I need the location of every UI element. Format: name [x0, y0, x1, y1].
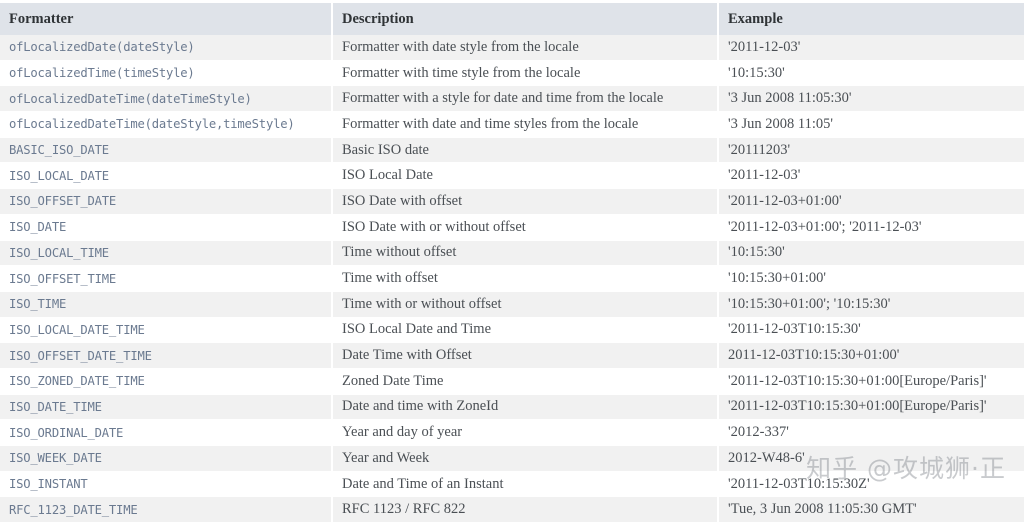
cell-description: Formatter with time style from the local… — [332, 60, 719, 87]
cell-formatter: BASIC_ISO_DATE — [0, 137, 333, 164]
column-header-formatter: Formatter — [0, 0, 333, 35]
table-header: Formatter Description Example — [0, 0, 1024, 35]
table-row: ISO_TIME Time with or without offset '10:1… — [0, 291, 1024, 318]
cell-description: ISO Local Date — [332, 162, 719, 190]
table-row: ofLocalizedDateTime(dateTimeStyle) Format… — [0, 85, 1024, 113]
cell-example: '2011-12-03T10:15:30+01:00[Europe/Paris]… — [718, 394, 1024, 421]
cell-description: ISO Date with offset — [332, 188, 719, 215]
cell-formatter: ISO_DATE_TIME — [0, 394, 333, 421]
cell-example: '2011-12-03+01:00'; '2011-12-03' — [718, 214, 1024, 241]
cell-description: Date and Time of an Instant — [332, 471, 719, 498]
table-row: ISO_OFFSET_DATE_TIME Date Time with Offse… — [0, 342, 1024, 369]
table-row: ISO_WEEK_DATE Year and Week 2012-W48-6' — [0, 445, 1024, 472]
table-row: BASIC_ISO_DATE Basic ISO date '20111203' — [0, 137, 1024, 164]
cell-description: Time with or without offset — [332, 291, 719, 318]
cell-description: ISO Local Date and Time — [332, 317, 719, 344]
cell-example: 2011-12-03T10:15:30+01:00' — [718, 342, 1024, 369]
cell-description: Date Time with Offset — [332, 342, 719, 369]
table-header-row: Formatter Description Example — [0, 0, 1024, 35]
table-row: ofLocalizedDate(dateStyle) Formatter with… — [0, 35, 1024, 61]
cell-example: '10:15:30' — [718, 60, 1024, 87]
cell-formatter: ISO_OFFSET_TIME — [0, 265, 333, 292]
cell-formatter: ISO_DATE — [0, 214, 333, 241]
cell-example: '2012-337' — [718, 419, 1024, 446]
cell-formatter: ISO_INSTANT — [0, 471, 333, 498]
table-row: ISO_OFFSET_DATE ISO Date with offset '2011… — [0, 188, 1024, 215]
cell-formatter: ISO_OFFSET_DATE — [0, 188, 333, 215]
cell-description: Date and time with ZoneId — [332, 394, 719, 421]
cell-description: Time with offset — [332, 265, 719, 292]
cell-example: '2011-12-03T10:15:30' — [718, 317, 1024, 344]
cell-description: Formatter with a style for date and time… — [332, 85, 719, 113]
table-row: ISO_LOCAL_DATE ISO Local Date '2011-12-03' — [0, 162, 1024, 190]
cell-description: Formatter with date style from the local… — [332, 35, 719, 61]
table-row: ofLocalizedDateTime(dateStyle,timeStyle)… — [0, 111, 1024, 138]
cell-description: Year and day of year — [332, 419, 719, 446]
table-row: ISO_DATE ISO Date with or without offset '… — [0, 214, 1024, 241]
cell-example: '10:15:30+01:00' — [718, 265, 1024, 292]
cell-example: '2011-12-03+01:00' — [718, 188, 1024, 215]
cell-description: Year and Week — [332, 445, 719, 472]
column-header-description: Description — [332, 0, 719, 35]
table-row: ISO_LOCAL_TIME Time without offset '10:15:… — [0, 240, 1024, 267]
cell-example: '2011-12-03T10:15:30+01:00[Europe/Paris]… — [718, 368, 1024, 395]
table-row: RFC_1123_DATE_TIME RFC 1123 / RFC 822 'Tue… — [0, 496, 1024, 523]
table-row: ISO_DATE_TIME Date and time with ZoneId '2… — [0, 394, 1024, 421]
cell-example: '10:15:30' — [718, 240, 1024, 267]
cell-formatter: ofLocalizedTime(timeStyle) — [0, 60, 333, 87]
cell-formatter: ISO_LOCAL_DATE — [0, 162, 333, 190]
cell-formatter: ISO_TIME — [0, 291, 333, 318]
table-row: ISO_ZONED_DATE_TIME Zoned Date Time '2011-… — [0, 368, 1024, 395]
table-body: ofLocalizedDate(dateStyle) Formatter with… — [0, 35, 1024, 523]
cell-formatter: ofLocalizedDate(dateStyle) — [0, 35, 333, 61]
cell-description: ISO Date with or without offset — [332, 214, 719, 241]
cell-example: '20111203' — [718, 137, 1024, 164]
table-row: ISO_ORDINAL_DATE Year and day of year '201… — [0, 419, 1024, 446]
cell-formatter: ISO_WEEK_DATE — [0, 445, 333, 472]
cell-description: Zoned Date Time — [332, 368, 719, 395]
cell-formatter: ofLocalizedDateTime(dateTimeStyle) — [0, 85, 333, 113]
cell-example: '3 Jun 2008 11:05' — [718, 111, 1024, 138]
cell-formatter: ISO_LOCAL_DATE_TIME — [0, 317, 333, 344]
cell-example: 'Tue, 3 Jun 2008 11:05:30 GMT' — [718, 496, 1024, 523]
cell-formatter: RFC_1123_DATE_TIME — [0, 496, 333, 523]
cell-example: '2011-12-03' — [718, 162, 1024, 190]
cell-example: '3 Jun 2008 11:05:30' — [718, 85, 1024, 113]
table-row: ISO_OFFSET_TIME Time with offset '10:15:30… — [0, 265, 1024, 292]
table-row: ISO_LOCAL_DATE_TIME ISO Local Date and Ti… — [0, 317, 1024, 344]
column-header-example: Example — [718, 0, 1024, 35]
cell-formatter: ISO_ORDINAL_DATE — [0, 419, 333, 446]
cell-formatter: ISO_LOCAL_TIME — [0, 240, 333, 267]
cell-formatter: ISO_ZONED_DATE_TIME — [0, 368, 333, 395]
cell-formatter: ISO_OFFSET_DATE_TIME — [0, 342, 333, 369]
cell-example: '2011-12-03T10:15:30Z' — [718, 471, 1024, 498]
cell-example: '2011-12-03' — [718, 35, 1024, 61]
table-row: ofLocalizedTime(timeStyle) Formatter with… — [0, 60, 1024, 87]
cell-formatter: ofLocalizedDateTime(dateStyle,timeStyle) — [0, 111, 333, 138]
table-row: ISO_INSTANT Date and Time of an Instant '2… — [0, 471, 1024, 498]
formatter-reference-table: Formatter Description Example ofLocalize… — [0, 0, 1024, 523]
cell-description: Basic ISO date — [332, 137, 719, 164]
cell-example: 2012-W48-6' — [718, 445, 1024, 472]
cell-description: RFC 1123 / RFC 822 — [332, 496, 719, 523]
cell-example: '10:15:30+01:00'; '10:15:30' — [718, 291, 1024, 318]
cell-description: Formatter with date and time styles from… — [332, 111, 719, 138]
cell-description: Time without offset — [332, 240, 719, 267]
